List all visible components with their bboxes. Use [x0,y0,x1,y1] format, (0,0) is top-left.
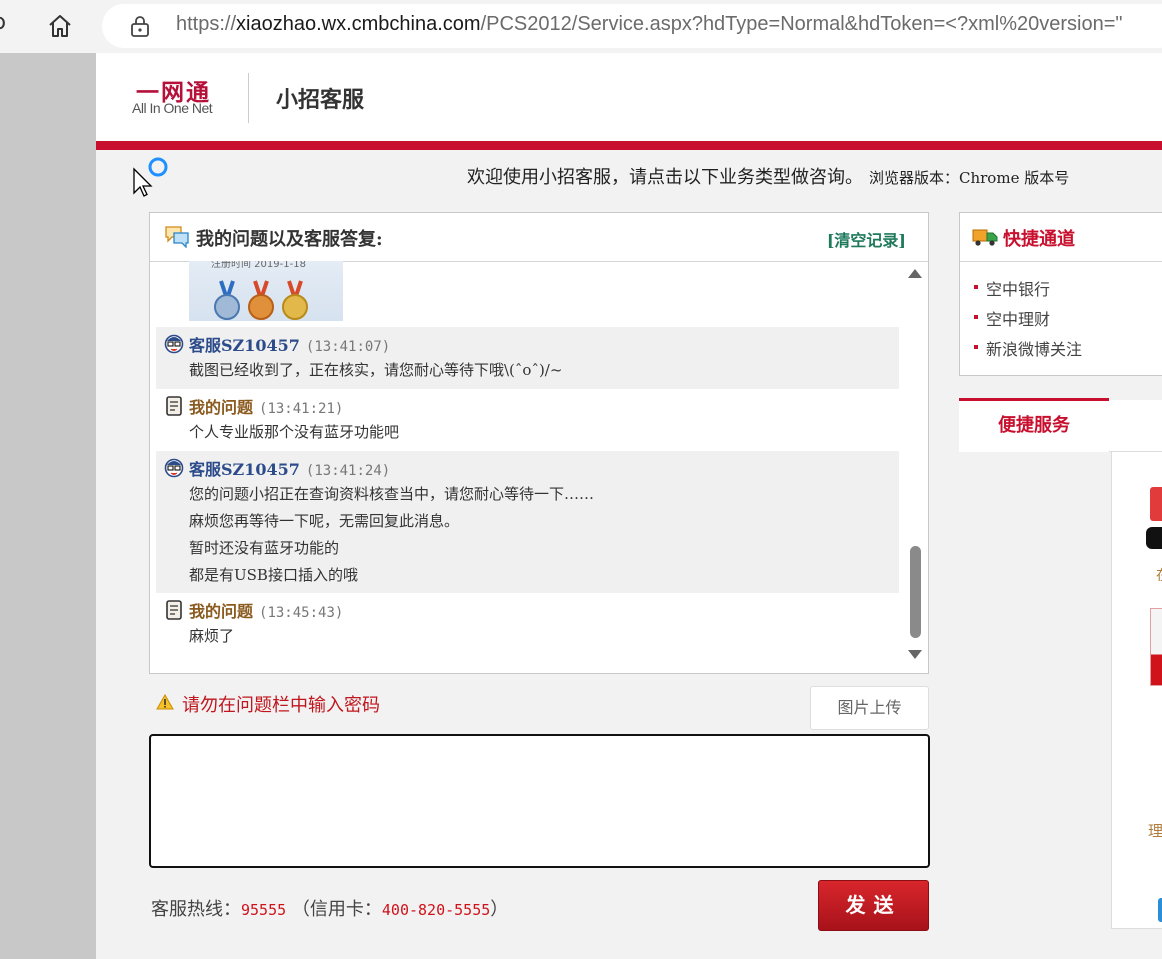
password-warning: 请勿在问题栏中输入密码 [182,695,380,716]
refresh-icon[interactable]: ↄ [0,10,6,35]
browser-version: 浏览器版本：Chrome 版本号 [869,169,1070,187]
chat-message-agent: 客服SZ10457 (13:41:07) 截图已经收到了，正在核实，请您耐心等待下… [156,327,899,389]
sender-name: 我的问题 [189,398,254,417]
thumbnail-caption: 注册时间 2019-1-18 [211,261,306,270]
message-line: 麻烦了 [189,627,235,645]
message-time: (13:41:21) [259,401,344,417]
logo-english: All In One Net [132,100,213,116]
brand-title: 小招客服 [276,88,365,113]
promo-banner-fragment[interactable] [1150,487,1162,521]
url-text[interactable]: https://xiaozhao.wx.cmbchina.com/PCS2012… [176,13,1123,36]
quick-link-sky-finance[interactable]: 空中理财 [973,306,1050,330]
message-time: (13:45:43) [259,605,344,621]
promo-phone-icon [1146,527,1162,549]
message-time: (13:41:07) [305,339,391,355]
delivery-truck-icon [972,229,998,246]
message-line: 个人专业版那个没有蓝牙功能吧 [189,423,400,441]
sender-name: 我的问题 [189,602,254,621]
welcome-message: 欢迎使用小招客服，请点击以下业务类型做咨询。 浏览器版本：Chrome 版本号 [467,163,1069,189]
message-line: 都是有USB接口插入的哦 [189,566,358,584]
quick-access-title: 快捷通道 [1003,229,1075,250]
chat-panel-header: 我的问题以及客服答复: [清空记录] [150,213,928,262]
warning-icon [156,694,174,710]
quick-link-weibo[interactable]: 新浪微博关注 [973,336,1082,360]
page-header: 一网通 All In One Net 小招客服 [96,53,1162,141]
clear-history-button[interactable]: [清空记录] [827,227,906,251]
quick-access-panel: 快捷通道 空中银行 空中理财 新浪微博关注 [959,212,1162,376]
credit-card-number: 400-820-5555 [381,901,491,919]
credit-card-label: （信用卡： [291,899,382,920]
url-scheme: https:// [176,13,237,35]
message-sender: 客服SZ10457 (13:41:24) [189,456,390,480]
chat-title: 我的问题以及客服答复: [196,229,383,250]
url-host: xiaozhao.wx.cmbchina.com [236,13,481,35]
screenshot-thumbnail[interactable]: 注册时间 2019-1-18 [189,261,343,321]
logo-divider [248,73,249,123]
agent-avatar-icon [164,334,184,354]
quick-access-header: 快捷通道 [960,213,1162,262]
message-time: (13:41:24) [305,463,391,479]
service-page: 一网通 All In One Net 小招客服 欢迎使用小招客服，请点击以下业务… [96,53,1162,959]
question-input[interactable] [149,734,930,868]
promo-text-fragment: 在 [1156,565,1162,585]
services-tab-content [1111,451,1162,929]
message-sender: 我的问题 (13:45:43) [189,598,343,622]
chat-bubbles-icon [165,226,189,248]
message-sender: 我的问题 (13:41:21) [189,394,343,418]
message-line: 麻烦您再等待一下呢，无需回复此消息。 [189,512,460,530]
agent-avatar-icon [164,458,184,478]
sender-name: 客服SZ10457 [189,336,300,355]
promo-icon-fragment [1158,898,1162,922]
message-line: 暂时还没有蓝牙功能的 [189,539,340,557]
chat-message-user: 我的问题 (13:41:21) 个人专业版那个没有蓝牙功能吧 [156,389,899,451]
message-line: 截图已经收到了，正在核实，请您耐心等待下哦\(ˆoˆ)/~ [189,361,563,379]
user-notebook-icon [166,396,182,416]
home-icon[interactable] [46,12,74,40]
hotline-number: 95555 [241,901,287,919]
send-button[interactable]: 发送 [818,880,929,931]
url-path: /PCS2012/Service.aspx?hdType=Normal&hdTo… [480,13,1123,35]
chat-scrollbar-thumb[interactable] [910,546,921,638]
sender-name: 客服SZ10457 [189,460,300,479]
medals-icon [214,280,308,320]
tab-convenient-services[interactable]: 便捷服务 [959,398,1109,452]
scroll-up-arrow-icon[interactable] [908,269,922,278]
message-sender: 客服SZ10457 (13:41:07) [189,332,390,356]
welcome-text: 欢迎使用小招客服，请点击以下业务类型做咨询。 [467,167,863,188]
chat-message-agent: 客服SZ10457 (13:41:24) 您的问题小招正在查询资料核查当中，请您耐… [156,451,899,593]
credit-card-close: ） [490,899,509,920]
scroll-down-arrow-icon[interactable] [908,650,922,659]
browser-address-bar: ↄ https://xiaozhao.wx.cmbchina.com/PCS20… [0,0,1162,53]
promo-card-fragment[interactable] [1150,608,1162,686]
lock-icon[interactable] [128,14,152,38]
quick-link-sky-bank[interactable]: 空中银行 [973,276,1050,300]
user-notebook-icon [166,600,182,620]
hotline-label: 客服热线： [151,899,241,920]
chat-message-user: 我的问题 (13:45:43) 麻烦了 [156,593,899,655]
chat-panel: 我的问题以及客服答复: [清空记录] 注册时间 2019-1-18 客服SZ10… [149,212,929,674]
promo-text-fragment: 理 [1148,822,1162,840]
hotline-info: 客服热线：95555 （信用卡：400-820-5555） [151,895,508,921]
cursor-loading-icon [133,157,168,197]
left-margin [0,53,96,959]
tab-strip-rest [1109,400,1162,452]
message-line: 您的问题小招正在查询资料核查当中，请您耐心等待一下…… [189,485,595,503]
header-red-bar [96,141,1162,150]
image-upload-button[interactable]: 图片上传 [810,686,929,730]
